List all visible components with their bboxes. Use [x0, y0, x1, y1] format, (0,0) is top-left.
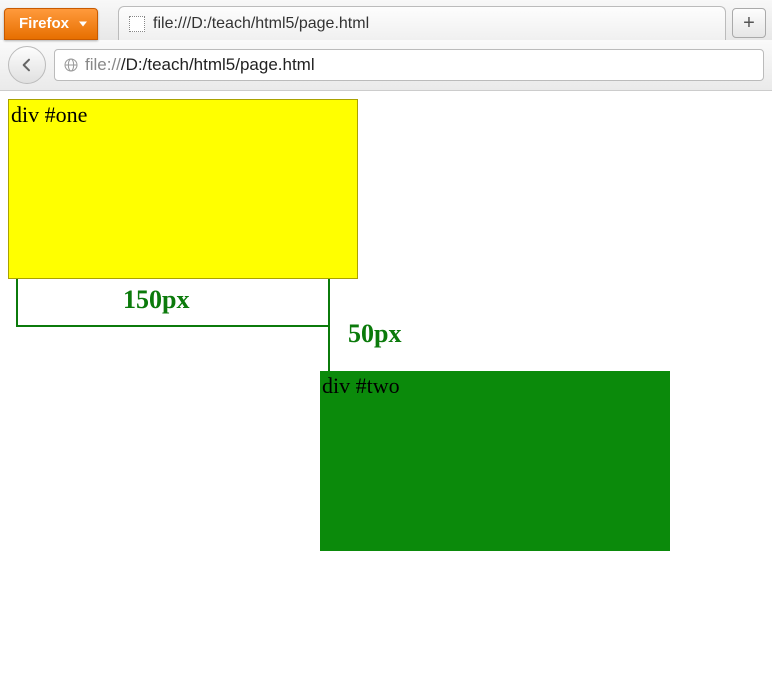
url-path: /D:/teach/html5/page.html	[121, 55, 315, 74]
tab-strip: Firefox file:///D:/teach/html5/page.html…	[0, 0, 772, 40]
measure-label-150: 150px	[123, 285, 189, 315]
page-icon	[129, 16, 145, 32]
chevron-down-icon	[79, 22, 87, 27]
measure-label-50: 50px	[348, 319, 401, 349]
browser-chrome: Firefox file:///D:/teach/html5/page.html…	[0, 0, 772, 91]
firefox-button-label: Firefox	[19, 15, 69, 32]
measure-horizontal-line	[16, 325, 328, 327]
new-tab-button[interactable]: +	[732, 8, 766, 38]
div-two-label: div #two	[322, 373, 400, 398]
measure-left-tick	[16, 279, 18, 327]
back-button[interactable]	[8, 46, 46, 84]
page-content: div #one 150px 50px div #two	[0, 91, 772, 559]
address-bar[interactable]: file:///D:/teach/html5/page.html	[54, 49, 764, 81]
firefox-menu-button[interactable]: Firefox	[4, 8, 98, 40]
arrow-left-icon	[19, 57, 35, 73]
tab-title: file:///D:/teach/html5/page.html	[153, 15, 369, 33]
div-one: div #one	[8, 99, 358, 279]
url-text: file:///D:/teach/html5/page.html	[85, 55, 315, 75]
plus-icon: +	[743, 12, 755, 35]
url-scheme: file://	[85, 55, 121, 74]
div-one-label: div #one	[11, 102, 87, 127]
globe-icon	[63, 57, 79, 73]
measurement-diagram: 150px 50px	[8, 279, 668, 371]
div-two: div #two	[320, 371, 670, 551]
browser-tab[interactable]: file:///D:/teach/html5/page.html	[118, 6, 726, 40]
measure-right-tick	[328, 279, 330, 371]
nav-toolbar: file:///D:/teach/html5/page.html	[0, 40, 772, 90]
